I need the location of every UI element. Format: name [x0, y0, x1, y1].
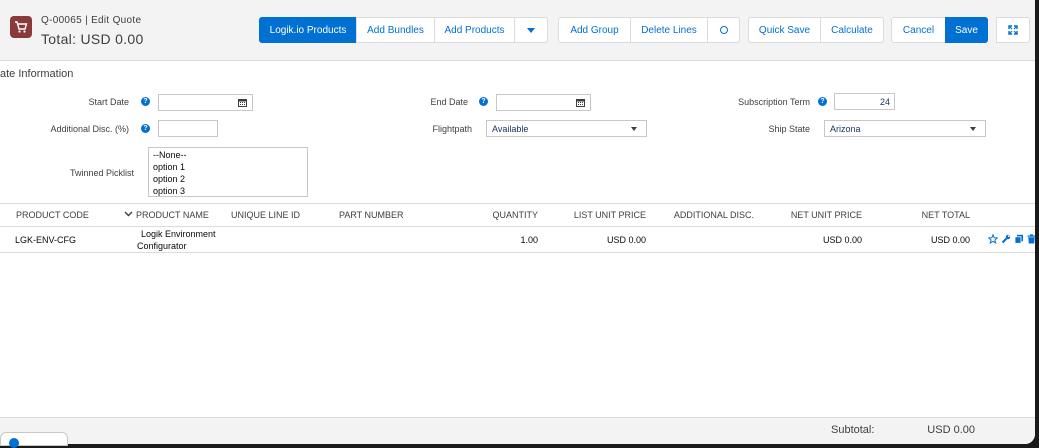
add-products-button[interactable]: Add Products — [434, 17, 515, 43]
flightpath-select[interactable]: Available — [486, 120, 647, 137]
help-icon[interactable]: ? — [141, 124, 150, 133]
col-part-number[interactable]: PART NUMBER — [339, 210, 404, 220]
picklist-option[interactable]: option 2 — [153, 174, 185, 184]
chevron-down-icon — [631, 127, 637, 131]
col-net-unit-price[interactable]: NET UNIT PRICE — [791, 210, 862, 220]
section-title: ate Information — [0, 68, 74, 80]
product-code-cell: LGK-ENV-CFG — [15, 235, 77, 245]
picklist-option[interactable]: --None-- — [153, 150, 187, 160]
expand-button[interactable] — [996, 17, 1030, 43]
toggle-button[interactable] — [707, 17, 740, 43]
start-date-label: Start Date — [88, 97, 129, 107]
cart-icon — [10, 16, 32, 38]
wrench-icon[interactable] — [1001, 234, 1011, 247]
add-group-button[interactable]: Add Group — [558, 17, 631, 43]
list-unit-price-cell: USD 0.00 — [606, 235, 646, 245]
calendar-icon[interactable] — [238, 98, 247, 107]
star-icon[interactable] — [987, 233, 999, 247]
quick-save-button[interactable]: Quick Save — [748, 17, 821, 43]
help-icon[interactable]: ? — [818, 97, 827, 106]
calendar-icon[interactable] — [576, 98, 585, 107]
chevron-down-icon — [527, 27, 535, 33]
col-product-name[interactable]: PRODUCT NAME — [136, 210, 209, 220]
picklist-option[interactable]: option 1 — [153, 162, 185, 172]
subscription-term-label: Subscription Term — [738, 97, 810, 107]
cancel-button[interactable]: Cancel — [891, 17, 946, 43]
col-additional-disc[interactable]: ADDITIONAL DISC. — [674, 210, 754, 220]
chevron-down-icon — [970, 127, 976, 131]
table-header: PRODUCT CODE PRODUCT NAME UNIQUE LINE ID… — [0, 203, 1035, 227]
calculate-button[interactable]: Calculate — [820, 17, 884, 43]
quote-total: Total: USD 0.00 — [41, 31, 144, 47]
ship-state-select[interactable]: Arizona — [824, 120, 986, 137]
add-bundles-button[interactable]: Add Bundles — [356, 17, 435, 43]
net-unit-price-cell: USD 0.00 — [822, 235, 862, 245]
trash-icon[interactable] — [1027, 234, 1035, 247]
twinned-picklist-label: Twinned Picklist — [69, 168, 134, 178]
flightpath-value: Available — [492, 124, 529, 134]
net-total-cell: USD 0.00 — [930, 235, 970, 245]
flightpath-label: Flightpath — [432, 124, 472, 134]
product-button-group: Logik.io Products Add Bundles Add Produc… — [259, 17, 548, 43]
cancel-save-button-group: Cancel Save — [891, 17, 988, 43]
delete-lines-button[interactable]: Delete Lines — [630, 17, 708, 43]
table-row: LGK-ENV-CFG Logik Environment Configurat… — [0, 226, 1035, 253]
twinned-picklist[interactable]: --None-- option 1 option 2 option 3 — [148, 147, 308, 197]
product-name-cell-line2: Configurator — [137, 241, 187, 251]
circle-icon — [719, 26, 728, 34]
subscription-term-input[interactable]: 24 — [834, 93, 895, 110]
ship-state-label: Ship State — [768, 124, 810, 134]
additional-disc-label: Additional Disc. (%) — [50, 124, 129, 134]
subtotal-value: USD 0.00 — [927, 424, 975, 436]
logik-products-button[interactable]: Logik.io Products — [259, 17, 357, 43]
quantity-cell[interactable]: 1.00 — [520, 235, 538, 245]
ship-state-value: Arizona — [830, 124, 861, 134]
bottom-tab[interactable] — [0, 432, 68, 448]
sort-chevron-icon[interactable] — [124, 210, 133, 221]
col-product-code[interactable]: PRODUCT CODE — [16, 210, 89, 220]
end-date-label: End Date — [430, 97, 468, 107]
col-unique-line-id[interactable]: UNIQUE LINE ID — [231, 210, 300, 220]
quote-number: Q-00065 | Edit Quote — [41, 15, 142, 26]
copy-icon[interactable] — [1014, 234, 1024, 247]
line-button-group: Add Group Delete Lines — [558, 17, 740, 43]
expand-button-group — [996, 17, 1030, 43]
tab-icon — [9, 438, 19, 448]
subtotal-label: Subtotal: — [831, 424, 875, 436]
picklist-option[interactable]: option 3 — [153, 186, 185, 196]
help-icon[interactable]: ? — [479, 97, 488, 106]
col-list-unit-price[interactable]: LIST UNIT PRICE — [574, 210, 646, 220]
save-button[interactable]: Save — [945, 17, 988, 43]
save-calc-button-group: Quick Save Calculate — [748, 17, 884, 43]
page-header: Q-00065 | Edit Quote Total: USD 0.00 Log… — [0, 0, 1035, 61]
product-name-cell-line1: Logik Environment — [141, 229, 216, 239]
col-net-total[interactable]: NET TOTAL — [922, 210, 970, 220]
additional-disc-input[interactable] — [158, 120, 218, 137]
col-quantity[interactable]: QUANTITY — [492, 210, 538, 220]
summary-footer: Subtotal: USD 0.00 — [0, 417, 1035, 444]
expand-icon — [1008, 25, 1018, 35]
more-actions-button[interactable] — [514, 17, 548, 43]
start-date-input[interactable] — [158, 94, 253, 111]
help-icon[interactable]: ? — [141, 97, 150, 106]
end-date-input[interactable] — [496, 94, 591, 111]
quote-editor-window: Q-00065 | Edit Quote Total: USD 0.00 Log… — [0, 0, 1035, 444]
